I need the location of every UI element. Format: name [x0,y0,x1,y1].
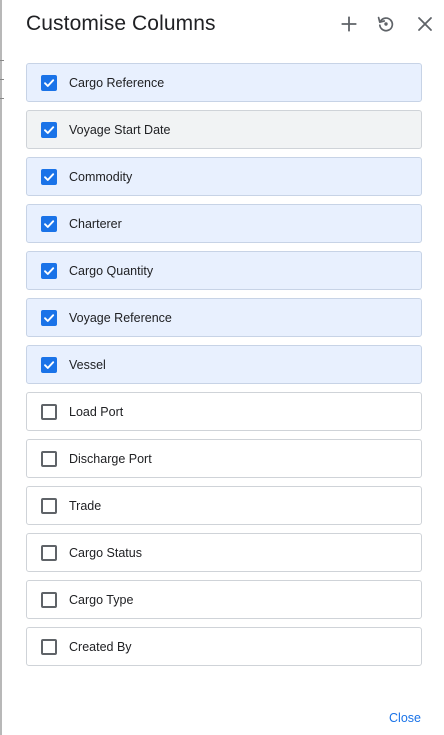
checkbox-checked[interactable] [41,168,57,185]
checkbox-unchecked[interactable] [41,638,57,655]
reset-icon[interactable] [375,13,397,35]
column-row[interactable]: Created By [26,627,422,666]
column-row[interactable]: Charterer [26,204,422,243]
customise-columns-panel: Customise Columns Cargo Reference Voyage … [0,0,444,735]
checkbox-unchecked[interactable] [41,450,57,467]
column-label: Voyage Start Date [69,122,171,137]
checkbox-unchecked[interactable] [41,403,57,420]
column-label: Vessel [69,357,106,372]
checkbox-unchecked[interactable] [41,544,57,561]
close-button[interactable]: Close [389,711,421,725]
plus-icon[interactable] [338,13,360,35]
checkbox-checked[interactable] [41,121,57,138]
column-label: Load Port [69,404,124,419]
checkbox-checked[interactable] [41,262,57,279]
column-label: Cargo Status [69,545,142,560]
column-label: Voyage Reference [69,310,172,325]
column-row[interactable]: Voyage Start Date [26,110,422,149]
checkbox-checked[interactable] [41,215,57,232]
column-row[interactable]: Voyage Reference [26,298,422,337]
checkbox-unchecked[interactable] [41,591,57,608]
panel-title: Customise Columns [26,12,216,35]
column-label: Commodity [69,169,133,184]
column-list: Cargo Reference Voyage Start Date Commodit… [26,63,422,674]
column-row[interactable]: Load Port [26,392,422,431]
column-label: Cargo Reference [69,75,165,90]
checkbox-checked[interactable] [41,356,57,373]
checkbox-checked[interactable] [41,309,57,326]
column-label: Charterer [69,216,122,231]
column-row[interactable]: Vessel [26,345,422,384]
column-row[interactable]: Cargo Quantity [26,251,422,290]
column-row[interactable]: Trade [26,486,422,525]
close-icon[interactable] [414,13,436,35]
column-row[interactable]: Discharge Port [26,439,422,478]
checkbox-checked[interactable] [41,74,57,91]
column-label: Cargo Type [69,592,134,607]
checkbox-unchecked[interactable] [41,497,57,514]
column-row[interactable]: Cargo Status [26,533,422,572]
left-edge-markers [0,60,4,120]
column-label: Trade [69,498,102,513]
column-label: Discharge Port [69,451,152,466]
column-label: Created By [69,639,132,654]
column-row[interactable]: Cargo Reference [26,63,422,102]
panel-header: Customise Columns [26,8,436,40]
column-label: Cargo Quantity [69,263,154,278]
column-row[interactable]: Cargo Type [26,580,422,619]
column-row[interactable]: Commodity [26,157,422,196]
